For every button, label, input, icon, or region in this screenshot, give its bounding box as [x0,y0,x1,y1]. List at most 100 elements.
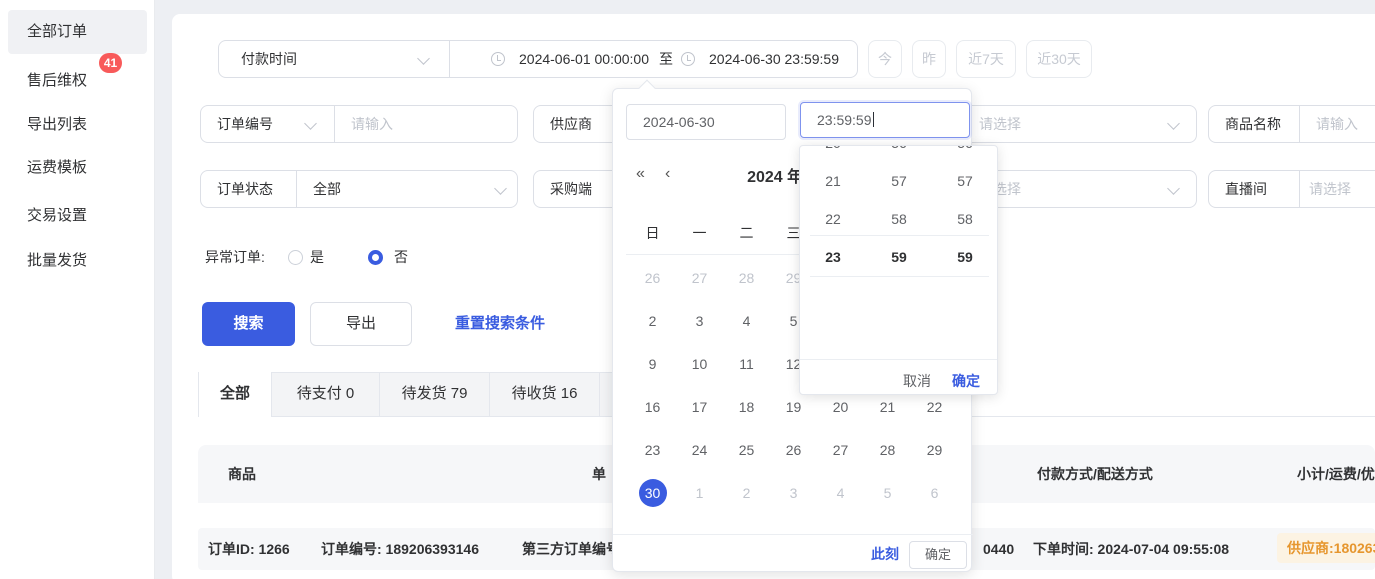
weekday-sun: 日 [629,223,676,243]
time-cancel-button[interactable]: 取消 [903,366,931,395]
calendar-day[interactable]: 3 [770,471,817,514]
calendar-day[interactable]: 9 [629,342,676,385]
quick-range-yesterday-button[interactable]: 昨 [912,40,946,78]
calendar-day[interactable]: 16 [629,385,676,428]
sidebar-item-export-list[interactable]: 导出列表 [27,113,87,137]
sidebar-item-freight-template[interactable]: 运费模板 [27,156,87,180]
hour-option[interactable]: 22 [800,200,866,238]
picker-time-input[interactable]: 23:59:59 [800,102,970,138]
divider [334,106,335,142]
abnormal-no-radio[interactable] [368,250,383,265]
tab-pending-shipment[interactable]: 待发货 79 [380,372,490,416]
calendar-day[interactable]: 10 [676,342,723,385]
calendar-day[interactable]: 6 [911,471,958,514]
hour-option[interactable]: 21 [800,162,866,200]
hour-option[interactable]: 20 [800,145,866,162]
export-button[interactable]: 导出 [310,302,412,346]
quick-range-30days-button[interactable]: 近30天 [1026,40,1092,78]
payment-time-range-control: 付款时间 2024-06-01 00:00:00 至 2024-06-30 23… [218,40,858,78]
divider [296,171,297,207]
calendar-day[interactable]: 28 [723,256,770,299]
calendar-day[interactable]: 27 [676,256,723,299]
sidebar-item-batch-ship[interactable]: 批量发货 [27,249,87,273]
calendar-day[interactable]: 28 [864,428,911,471]
quick-range-7days-button[interactable]: 近7天 [956,40,1016,78]
calendar-day[interactable]: 26 [629,256,676,299]
abnormal-yes-label[interactable]: 是 [310,245,324,269]
second-option[interactable]: 57 [932,162,998,200]
product-name-input[interactable]: 请输入 [1316,106,1358,142]
divider [449,41,450,77]
calendar-day[interactable]: 23 [629,428,676,471]
calendar-day[interactable]: 17 [676,385,723,428]
divider [1299,171,1300,207]
weekday-tue: 二 [723,223,770,243]
search-button[interactable]: 搜索 [202,302,295,346]
quick-range-today-button[interactable]: 今 [868,40,902,78]
sidebar-item-after-sales[interactable]: 售后维权 [27,69,87,93]
reset-filters-link[interactable]: 重置搜索条件 [455,302,545,346]
calendar-day[interactable]: 4 [817,471,864,514]
hour-option-selected[interactable]: 23 [800,238,866,276]
tab-all[interactable]: 全部 [198,372,272,417]
time-select-band-bottom [810,276,989,277]
tab-pending-receipt[interactable]: 待收货 16 [490,372,600,416]
purchase-side-label: 采购端 [550,171,592,207]
abnormal-no-label[interactable]: 否 [394,245,408,269]
calendar-day[interactable]: 18 [723,385,770,428]
order-no-label[interactable]: 订单编号 [217,106,273,142]
live-room-select[interactable]: 请选择 [1309,171,1351,207]
chevron-down-icon [1167,182,1180,195]
column-subtotal: 小计/运费/优惠 [1297,445,1375,503]
tab-pending-payment[interactable]: 待支付 0 [272,372,380,416]
start-datetime-value[interactable]: 2024-06-01 00:00:00 [519,41,649,77]
order-status-label: 订单状态 [217,171,273,207]
time-confirm-button[interactable]: 确定 [952,366,980,395]
picker-time-value: 23:59:59 [817,112,872,128]
calendar-day[interactable]: 5 [864,471,911,514]
order-status-filter: 订单状态 全部 [200,170,518,208]
popup-confirm-button[interactable]: 确定 [909,541,967,569]
minute-option[interactable]: 58 [866,200,932,238]
calendar-day[interactable]: 2 [723,471,770,514]
calendar-week-row: 23 24 25 26 27 28 29 [629,428,958,471]
end-datetime-value[interactable]: 2024-06-30 23:59:59 [709,41,839,77]
calendar-day[interactable]: 26 [770,428,817,471]
calendar-day[interactable]: 4 [723,299,770,342]
calendar-day[interactable]: 25 [723,428,770,471]
calendar-day[interactable]: 3 [676,299,723,342]
second-option[interactable]: 58 [932,200,998,238]
time-option-row: 22 58 58 [800,200,998,238]
calendar-day-selected[interactable]: 30 [629,471,676,514]
text-cursor [873,112,875,127]
time-select-panel: 20 56 56 21 57 57 22 58 58 23 59 59 取消 确… [799,145,998,395]
calendar-day[interactable]: 2 [629,299,676,342]
column-product: 商品 [228,445,256,503]
second-option-selected[interactable]: 59 [932,238,998,276]
now-link[interactable]: 此刻 [871,540,899,568]
column-price-qty: 单 [592,445,606,503]
payment-time-label[interactable]: 付款时间 [241,41,297,77]
second-option[interactable]: 56 [932,145,998,162]
supplier-tag[interactable]: 供应商:180263 [1277,533,1375,563]
supplier-select[interactable]: 请选择 [979,106,1021,142]
calendar-day[interactable]: 11 [723,342,770,385]
calendar-day[interactable]: 29 [911,428,958,471]
calendar-day[interactable]: 1 [676,471,723,514]
abnormal-yes-radio[interactable] [288,250,303,265]
sidebar-item-trade-settings[interactable]: 交易设置 [27,204,87,228]
picker-date-input[interactable]: 2024-06-30 [626,104,786,140]
minute-option[interactable]: 57 [866,162,932,200]
minute-option-selected[interactable]: 59 [866,238,932,276]
order-no-input[interactable]: 请输入 [351,106,393,142]
calendar-day[interactable]: 27 [817,428,864,471]
order-status-select[interactable]: 全部 [313,171,341,207]
time-option-row-selected: 23 59 59 [800,238,998,276]
time-option-row: 20 56 56 [800,145,998,162]
supplier-label: 供应商 [550,106,592,142]
sidebar-item-all-orders[interactable]: 全部订单 [27,20,87,44]
calendar-day[interactable]: 24 [676,428,723,471]
chevron-down-icon [304,117,317,130]
minute-option[interactable]: 56 [866,145,932,162]
order-no-filter: 订单编号 请输入 [200,105,518,143]
